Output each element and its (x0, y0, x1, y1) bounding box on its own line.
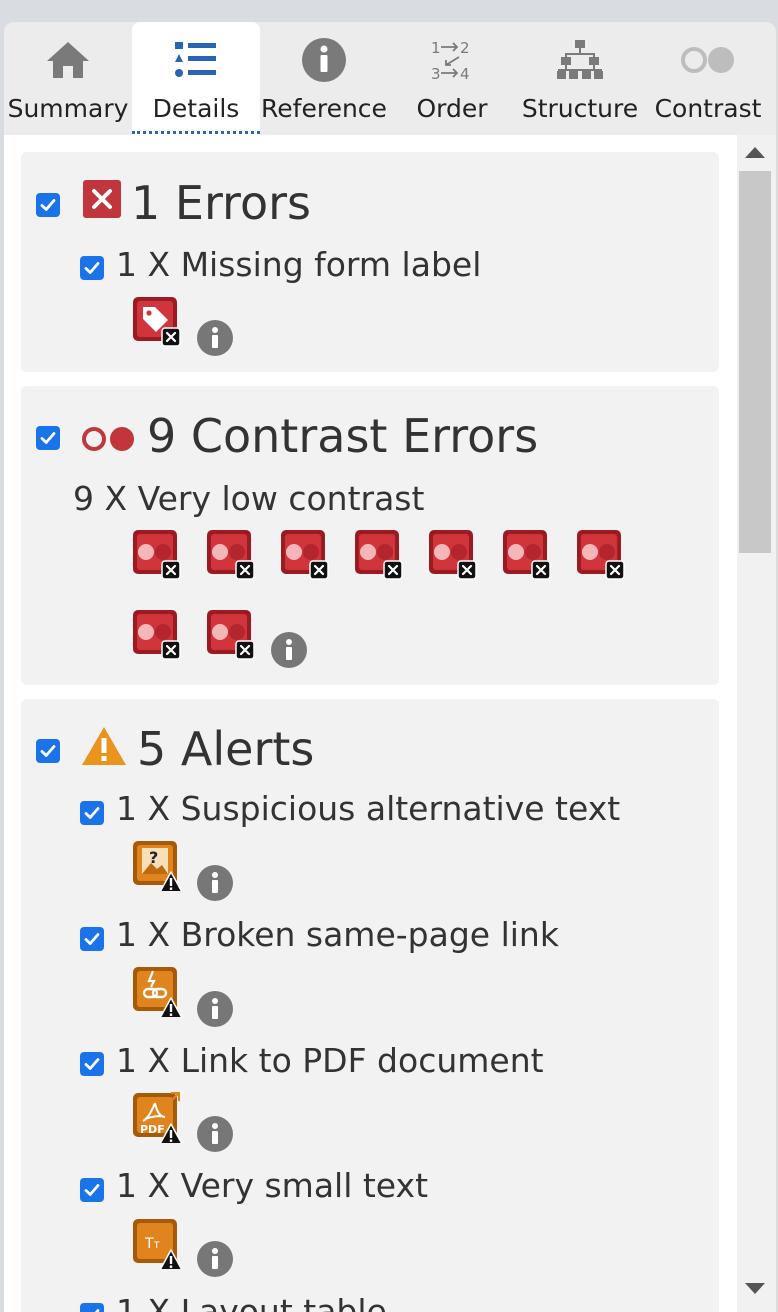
item-checkbox[interactable] (80, 1178, 104, 1202)
info-icon (260, 36, 388, 84)
low-contrast-icon[interactable] (279, 528, 331, 580)
error-icon (82, 179, 122, 219)
tab-label: Reference (261, 94, 387, 123)
contrast-errors-title: 9 Contrast Errors (147, 409, 539, 463)
item-label: 1 X Missing form label (116, 245, 482, 284)
svg-text:3: 3 (431, 65, 441, 83)
alerts-checkbox[interactable] (36, 739, 60, 763)
svg-text:PDF: PDF (140, 1123, 165, 1136)
tab-label: Structure (521, 94, 639, 123)
broken-link-icon[interactable] (131, 965, 183, 1017)
errors-title: 1 Errors (131, 176, 311, 230)
tab-label: Details (152, 94, 240, 123)
wave-panel: Summary Details Reference 1 2 3 4 Order … (4, 22, 776, 1312)
low-contrast-icon[interactable] (205, 608, 257, 660)
contrast-checkbox[interactable] (36, 426, 60, 450)
low-contrast-icon[interactable] (131, 608, 183, 660)
tab-summary[interactable]: Summary (4, 22, 132, 135)
info-icon[interactable] (197, 320, 233, 356)
scroll-down-arrow-icon[interactable] (745, 1283, 765, 1294)
svg-text:4: 4 (460, 65, 470, 83)
svg-text:T: T (144, 1236, 154, 1252)
item-checkbox[interactable] (80, 927, 104, 951)
tab-label: Contrast (654, 94, 762, 123)
svg-text:T: T (153, 1241, 160, 1251)
tab-structure[interactable]: Structure (516, 22, 644, 135)
low-contrast-icon[interactable] (501, 528, 553, 580)
scrollbar[interactable] (737, 135, 776, 1312)
item-label: 1 X Very small text (116, 1166, 429, 1205)
details-panel: 1 Errors 1 X Missing form label 9 Contra (4, 135, 737, 1312)
order-icon: 1 2 3 4 (388, 36, 516, 84)
scroll-up-arrow-icon[interactable] (745, 147, 765, 158)
alerts-title: 5 Alerts (137, 722, 315, 776)
errors-section: 1 Errors 1 X Missing form label (21, 152, 719, 372)
home-icon (4, 36, 132, 84)
list-icon (132, 36, 260, 84)
tab-order[interactable]: 1 2 3 4 Order (388, 22, 516, 135)
item-label: 1 X Suspicious alternative text (116, 789, 621, 828)
svg-text:?: ? (149, 848, 158, 867)
scroll-thumb[interactable] (739, 171, 771, 553)
low-contrast-icon[interactable] (575, 528, 627, 580)
pdf-link-icon[interactable]: PDF (131, 1091, 183, 1143)
info-icon[interactable] (197, 1116, 233, 1152)
alerts-section: 5 Alerts 1 X Suspicious alternative text… (21, 699, 719, 1312)
small-text-icon[interactable]: T T (131, 1217, 183, 1269)
svg-text:1: 1 (431, 39, 441, 57)
low-contrast-icon[interactable] (205, 528, 257, 580)
tab-label: Summary (7, 94, 129, 123)
tab-label: Order (416, 94, 488, 123)
item-label: 1 X Broken same-page link (116, 915, 559, 954)
tab-details[interactable]: Details (132, 22, 260, 135)
item-label: 1 X Layout table (116, 1292, 387, 1312)
item-label: 9 X Very low contrast (73, 479, 425, 518)
item-checkbox[interactable] (80, 1052, 104, 1076)
item-checkbox[interactable] (80, 1303, 104, 1312)
info-icon[interactable] (271, 632, 307, 668)
errors-checkbox[interactable] (36, 193, 60, 217)
tab-contrast[interactable]: Contrast (644, 22, 772, 135)
structure-icon (516, 36, 644, 84)
info-icon[interactable] (197, 865, 233, 901)
info-icon[interactable] (197, 1241, 233, 1277)
tab-bar: Summary Details Reference 1 2 3 4 Order … (4, 22, 776, 135)
alert-icon (81, 725, 127, 767)
contrast-error-icon (81, 425, 137, 453)
low-contrast-icon[interactable] (353, 528, 405, 580)
low-contrast-icon[interactable] (427, 528, 479, 580)
form-label-tag-icon[interactable] (131, 295, 183, 347)
item-checkbox[interactable] (80, 801, 104, 825)
low-contrast-icon[interactable] (131, 528, 183, 580)
suspicious-alt-icon[interactable]: ? (131, 839, 183, 891)
svg-text:2: 2 (460, 39, 470, 57)
tab-reference[interactable]: Reference (260, 22, 388, 135)
item-label: 1 X Link to PDF document (116, 1041, 544, 1080)
active-tab-indicator (132, 131, 260, 134)
contrast-errors-section: 9 Contrast Errors 9 X Very low contrast (21, 386, 719, 685)
contrast-icon (644, 36, 772, 84)
item-checkbox[interactable] (80, 256, 104, 280)
info-icon[interactable] (197, 991, 233, 1027)
